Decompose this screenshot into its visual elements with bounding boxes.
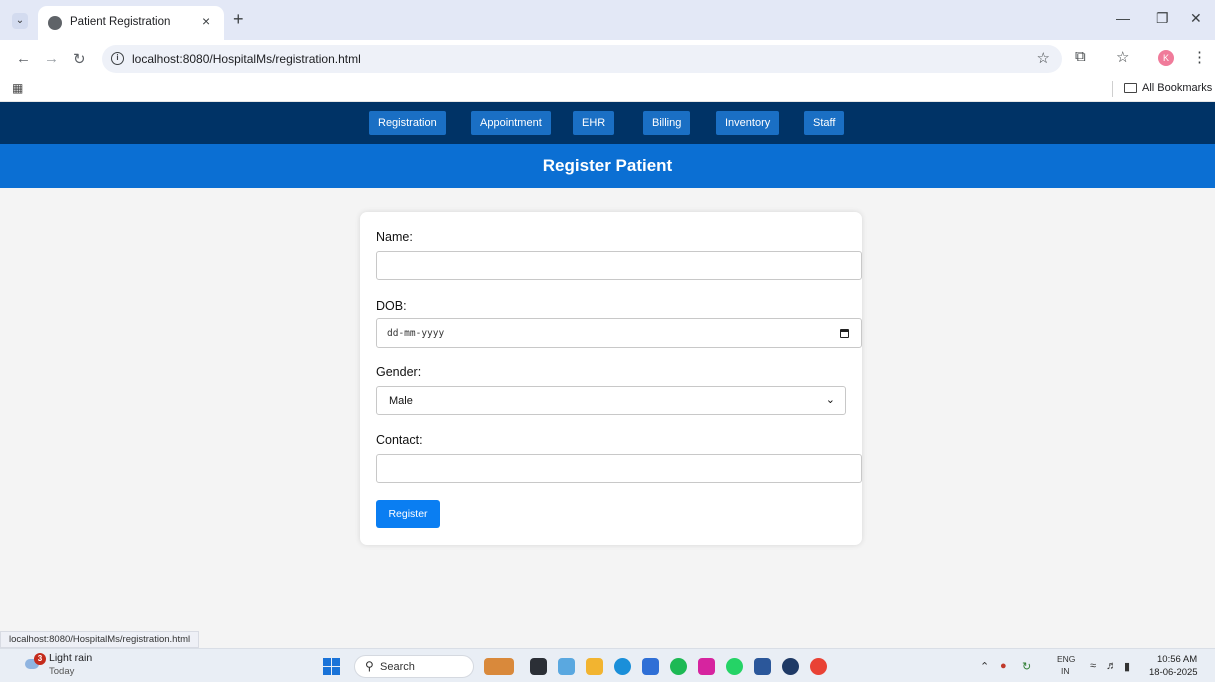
top-navigation: Registration Appointment EHR Billing Inv… <box>0 102 1215 144</box>
weather-title[interactable]: Light rain <box>49 652 92 664</box>
gender-label: Gender: <box>376 365 422 379</box>
site-info-icon[interactable]: i <box>111 52 124 65</box>
bookmarks-icon[interactable]: ☆ <box>1116 48 1129 66</box>
spotify-icon[interactable] <box>670 658 687 675</box>
word-icon[interactable] <box>754 658 771 675</box>
url-text: localhost:8080/HospitalMs/registration.h… <box>132 52 361 66</box>
tray-app-icon[interactable]: ● <box>1000 660 1007 672</box>
close-tab-icon[interactable]: × <box>202 13 210 29</box>
close-window-icon[interactable]: ✕ <box>1190 10 1202 27</box>
apps-grid-icon[interactable]: ▦ <box>12 81 23 95</box>
bookmarks-bar: ▦ All Bookmarks <box>0 76 1215 102</box>
language-code[interactable]: ENG <box>1057 654 1075 664</box>
extensions-icon[interactable]: ⧉ <box>1075 48 1086 65</box>
menu-kebab-icon[interactable]: ⋮ <box>1192 48 1207 66</box>
app-icon[interactable] <box>782 658 799 675</box>
task-view-icon[interactable] <box>530 658 547 675</box>
reload-icon[interactable]: ↻ <box>73 50 86 68</box>
search-icon: ⚲ <box>365 659 374 673</box>
taskbar: 3 Light rain Today ⚲ Search ⌃ ● ↻ ENG IN… <box>0 648 1215 682</box>
globe-icon <box>48 16 62 30</box>
bookmarks-divider <box>1112 81 1113 97</box>
instagram-icon[interactable] <box>698 658 715 675</box>
register-button[interactable]: Register <box>376 500 440 528</box>
name-input[interactable] <box>376 251 862 280</box>
notification-badge: 3 <box>34 653 46 665</box>
dob-placeholder: dd-mm-yyyy <box>387 328 445 339</box>
edge-icon[interactable] <box>614 658 631 675</box>
registration-form: Name: DOB: dd-mm-yyyy Gender: Male ⌄ Con… <box>360 212 862 545</box>
search-label: Search <box>380 661 415 673</box>
gender-selected-value: Male <box>389 395 413 407</box>
browser-tab[interactable]: Patient Registration × <box>38 6 224 40</box>
name-label: Name: <box>376 230 413 244</box>
nav-inventory[interactable]: Inventory <box>716 111 780 135</box>
browser-tab-strip: ⌄ Patient Registration × + — ❐ ✕ <box>0 0 1215 40</box>
contact-label: Contact: <box>376 433 423 447</box>
weather-subtitle: Today <box>49 666 75 677</box>
dob-date-input[interactable]: dd-mm-yyyy <box>376 318 862 348</box>
chevron-down-icon: ⌄ <box>825 394 835 406</box>
taskbar-search[interactable]: ⚲ Search <box>354 655 474 678</box>
windows-start-icon[interactable] <box>323 658 340 675</box>
page-title: Register Patient <box>542 156 673 175</box>
profile-avatar[interactable]: K <box>1158 50 1174 66</box>
game-app-icon[interactable] <box>484 658 514 675</box>
restore-icon[interactable]: ❐ <box>1156 10 1169 27</box>
wifi-icon[interactable]: ≈ <box>1090 660 1096 672</box>
page-header: Register Patient <box>0 144 1215 188</box>
nav-appointment[interactable]: Appointment <box>471 111 551 135</box>
back-icon[interactable]: ← <box>16 50 31 67</box>
volume-icon[interactable]: ♬ <box>1106 660 1117 672</box>
bookmark-star-icon[interactable]: ☆ <box>1037 49 1050 67</box>
browser-toolbar: ← → ↻ i localhost:8080/HospitalMs/regist… <box>0 40 1215 76</box>
status-bar-url: localhost:8080/HospitalMs/registration.h… <box>0 631 200 648</box>
calendar-icon[interactable] <box>840 329 849 338</box>
address-bar[interactable]: i localhost:8080/HospitalMs/registration… <box>102 45 1062 73</box>
dob-label: DOB: <box>376 299 407 313</box>
whatsapp-icon[interactable] <box>726 658 743 675</box>
chrome-icon[interactable] <box>810 658 827 675</box>
nav-registration[interactable]: Registration <box>369 111 446 135</box>
nav-staff[interactable]: Staff <box>804 111 845 135</box>
page-viewport: Registration Appointment EHR Billing Inv… <box>0 102 1215 648</box>
copilot-icon[interactable] <box>558 658 575 675</box>
battery-icon[interactable]: ▮ <box>1124 660 1130 673</box>
forward-icon[interactable]: → <box>44 50 59 67</box>
folder-icon <box>1124 83 1137 93</box>
tray-chevron-up-icon[interactable]: ⌃ <box>980 660 989 673</box>
contact-input[interactable] <box>376 454 862 483</box>
nav-billing[interactable]: Billing <box>643 111 691 135</box>
tab-search-chevron-icon[interactable]: ⌄ <box>12 13 28 29</box>
clock-date: 18-06-2025 <box>1149 667 1198 678</box>
tray-sync-icon[interactable]: ↻ <box>1022 660 1031 673</box>
store-icon[interactable] <box>642 658 659 675</box>
gender-select[interactable]: Male ⌄ <box>376 386 846 415</box>
tab-title: Patient Registration <box>70 16 171 28</box>
nav-ehr[interactable]: EHR <box>573 111 615 135</box>
all-bookmarks-link[interactable]: All Bookmarks <box>1142 82 1212 94</box>
clock-time[interactable]: 10:56 AM <box>1157 654 1197 665</box>
file-explorer-icon[interactable] <box>586 658 603 675</box>
new-tab-icon[interactable]: + <box>233 9 244 30</box>
minimize-icon[interactable]: — <box>1116 10 1130 26</box>
language-region: IN <box>1061 666 1070 676</box>
